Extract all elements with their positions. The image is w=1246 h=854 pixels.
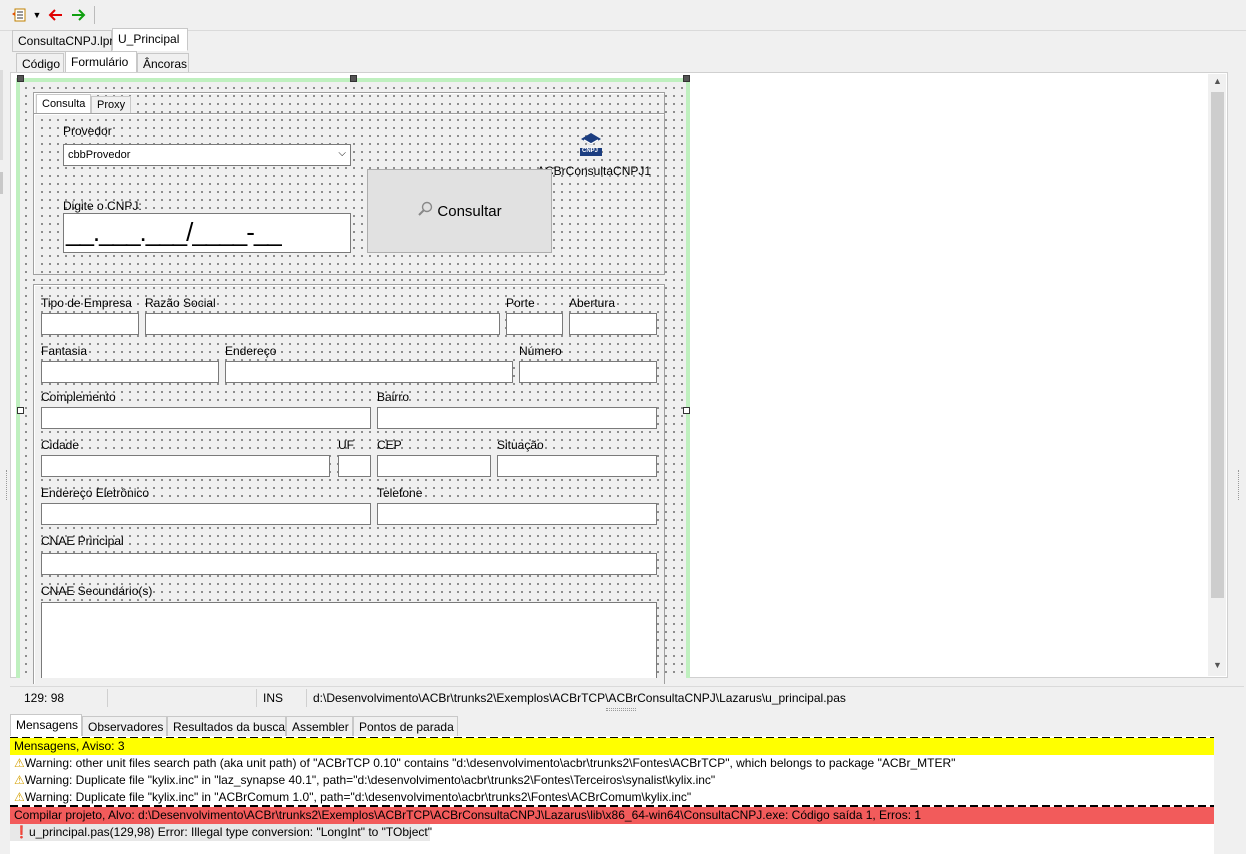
left-dock-marker xyxy=(0,172,3,194)
cnpj-masked-input[interactable]: __.___.___/____-__ xyxy=(63,213,351,253)
chevron-down-icon[interactable]: ⌵ xyxy=(338,148,346,159)
tab-u-principal[interactable]: U_Principal xyxy=(112,28,188,51)
complemento-field[interactable] xyxy=(41,407,371,429)
numero-field[interactable] xyxy=(519,361,657,383)
cep-field[interactable] xyxy=(377,455,491,477)
tab-formulario[interactable]: Formulário xyxy=(65,51,137,74)
situacao-label: Situação xyxy=(497,438,544,452)
toolbar: ▼ xyxy=(0,0,1246,30)
compile-result[interactable]: Compilar projeto, Alvo: d:\Desenvolvimen… xyxy=(10,807,1214,824)
resize-handle[interactable] xyxy=(17,75,24,82)
consultar-label: Consultar xyxy=(437,202,502,220)
cnae-principal-field[interactable] xyxy=(41,553,657,575)
provedor-combobox[interactable]: cbbProvedor ⌵ xyxy=(63,144,351,166)
warning-text: Warning: other unit files search path (a… xyxy=(24,756,956,770)
abertura-field[interactable] xyxy=(569,313,657,335)
endereco-field[interactable] xyxy=(225,361,513,383)
warning-icon: ⚠ xyxy=(14,756,25,770)
bairro-field[interactable] xyxy=(377,407,657,429)
component-name-label: ACBrConsultaCNPJ1 xyxy=(537,164,652,178)
cnae-secundarios-label: CNAE Secundário(s) xyxy=(41,584,153,598)
warning-message[interactable]: ⚠Warning: Duplicate file "kylix.inc" in … xyxy=(10,772,1214,789)
cidade-label: Cidade xyxy=(41,438,80,452)
status-separator xyxy=(256,689,257,707)
insert-mode: INS xyxy=(263,691,284,705)
telefone-field[interactable] xyxy=(377,503,657,525)
tab-proxy[interactable]: Proxy xyxy=(91,96,131,114)
tipo-empresa-label: Tipo de Empresa xyxy=(41,296,132,310)
uf-field[interactable] xyxy=(338,455,371,477)
cep-label: CEP xyxy=(377,438,402,452)
fantasia-label: Fantasia xyxy=(41,344,88,358)
endereco-eletronico-label: Endereço Eletrônico xyxy=(41,486,150,500)
numero-label: Número xyxy=(519,344,562,358)
status-bar: 129: 98 INS d:\Desenvolvimento\ACBr\trun… xyxy=(10,686,1244,708)
endereco-eletronico-field[interactable] xyxy=(41,503,371,525)
warning-text: Warning: Duplicate file "kylix.inc" in "… xyxy=(24,790,692,804)
bairro-label: Bairro xyxy=(377,390,410,404)
cnpj-component-icon[interactable]: CNPJ xyxy=(578,131,604,157)
resize-handle[interactable] xyxy=(17,407,24,414)
warning-icon: ⚠ xyxy=(14,773,25,787)
cnpj-label: Digite o CNPJ: xyxy=(63,199,142,213)
toggle-form-unit-icon[interactable] xyxy=(12,6,28,24)
panel-splitter-grip[interactable] xyxy=(606,708,636,711)
cnpj-mask: __.___.___/____-__ xyxy=(66,217,282,247)
provedor-value: cbbProvedor xyxy=(68,149,131,161)
forward-arrow-icon[interactable] xyxy=(70,6,88,24)
messages-header[interactable]: Mensagens, Aviso: 3 xyxy=(10,738,1214,755)
warning-text: Warning: Duplicate file "kylix.inc" in "… xyxy=(24,773,716,787)
fantasia-field[interactable] xyxy=(41,361,219,383)
warning-message[interactable]: ⚠Warning: other unit files search path (… xyxy=(10,755,1214,772)
tab-observadores[interactable]: Observadores xyxy=(82,716,167,738)
splitter-grip[interactable] xyxy=(6,470,8,500)
tab-resultados-da-busca[interactable]: Resultados da busca xyxy=(167,716,286,738)
scroll-down-icon[interactable]: ▼ xyxy=(1211,660,1224,674)
telefone-label: Telefone xyxy=(377,486,423,500)
error-icon: ❗ xyxy=(14,825,29,839)
resize-handle[interactable] xyxy=(683,407,690,414)
messages-panel: Mensagens, Aviso: 3 ⚠Warning: other unit… xyxy=(10,736,1214,854)
left-dock-edge xyxy=(0,70,3,160)
tab-assembler[interactable]: Assembler xyxy=(286,716,353,738)
splitter-grip[interactable] xyxy=(1238,470,1240,500)
porte-field[interactable] xyxy=(506,313,563,335)
consultar-button[interactable]: Consultar xyxy=(367,169,552,253)
abertura-label: Abertura xyxy=(569,296,616,310)
cursor-position: 129: 98 xyxy=(24,691,65,705)
status-separator xyxy=(107,689,108,707)
situacao-field[interactable] xyxy=(497,455,657,477)
porte-label: Porte xyxy=(506,296,535,310)
search-icon xyxy=(417,201,433,221)
razao-social-field[interactable] xyxy=(145,313,500,335)
cidade-field[interactable] xyxy=(41,455,330,477)
resize-handle[interactable] xyxy=(350,75,357,82)
file-path: d:\Desenvolvimento\ACBr\trunks2\Exemplos… xyxy=(313,691,846,705)
resize-handle[interactable] xyxy=(683,75,690,82)
tipo-empresa-field[interactable] xyxy=(41,313,139,335)
cnpj-icon-text: CNPJ xyxy=(582,148,599,154)
complemento-label: Complemento xyxy=(41,390,116,404)
tab-consultacnpj-lpr[interactable]: ConsultaCNPJ.lpr xyxy=(12,30,113,52)
chevron-down-icon[interactable]: ▼ xyxy=(32,6,42,24)
warning-message[interactable]: ⚠Warning: Duplicate file "kylix.inc" in … xyxy=(10,789,1214,806)
cnae-secundarios-memo[interactable] xyxy=(41,602,657,678)
warning-icon: ⚠ xyxy=(14,790,25,804)
status-separator xyxy=(306,689,307,707)
error-text: u_principal.pas(129,98) Error: Illegal t… xyxy=(28,825,432,839)
messages-scrollbar[interactable] xyxy=(1214,736,1232,854)
uf-label: UF xyxy=(338,438,354,452)
razao-social-label: Razão Social xyxy=(145,296,216,310)
tab-consulta[interactable]: Consulta xyxy=(36,94,91,114)
back-arrow-icon[interactable] xyxy=(46,6,64,24)
scroll-up-icon[interactable]: ▲ xyxy=(1211,76,1224,90)
tab-mensagens[interactable]: Mensagens xyxy=(10,714,82,737)
tab-pontos-de-parada[interactable]: Pontos de parada xyxy=(353,716,458,738)
provedor-label: Provedor xyxy=(63,124,112,138)
cnae-principal-label: CNAE Principal xyxy=(41,534,124,548)
error-message[interactable]: ❗u_principal.pas(129,98) Error: Illegal … xyxy=(10,824,432,841)
scrollbar-thumb[interactable] xyxy=(1211,92,1224,598)
endereco-label: Endereço xyxy=(225,344,277,358)
toolbar-separator xyxy=(94,6,95,24)
